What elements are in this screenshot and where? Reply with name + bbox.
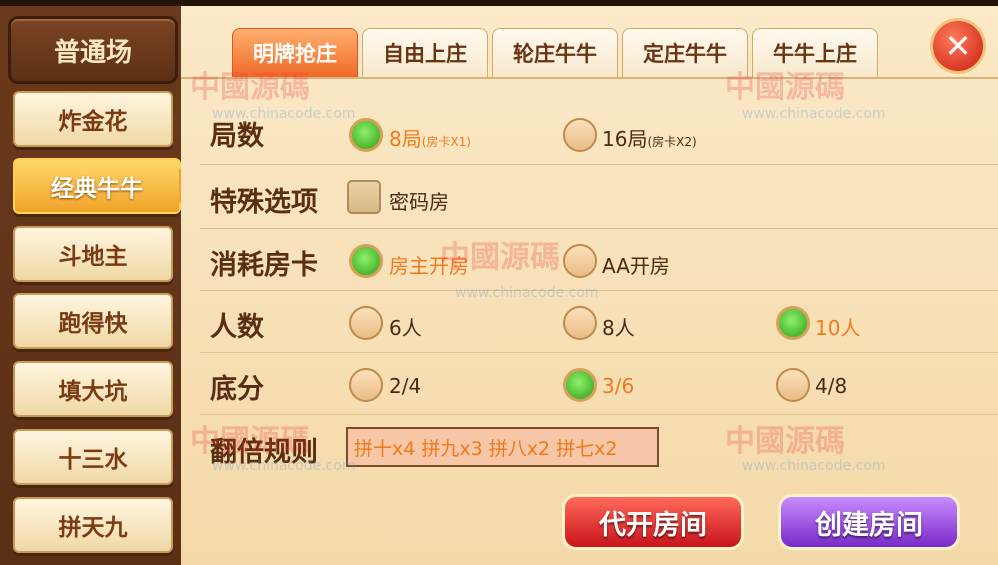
sidebar-title: 普通场 <box>8 16 178 84</box>
players-6-label: 6人 <box>389 316 422 340</box>
row-divider <box>200 352 998 353</box>
password-room-label: 密码房 <box>389 190 449 214</box>
base-score-label: 底分 <box>210 374 264 405</box>
game-button-doudizhu[interactable]: 斗地主 <box>13 226 173 282</box>
base-2-4-radio[interactable] <box>349 368 383 402</box>
tab-niuniu-shangzhuang[interactable]: 牛牛上庄 <box>752 28 878 78</box>
settings-panel <box>181 6 998 565</box>
base-3-6-label: 3/6 <box>602 374 635 398</box>
game-button-zhajinhua[interactable]: 炸金花 <box>13 91 173 147</box>
game-button-tiandakeng[interactable]: 填大坑 <box>13 361 173 417</box>
password-room-checkbox[interactable] <box>347 180 381 214</box>
cost-label: 消耗房卡 <box>210 250 318 281</box>
rounds-16-label: 16局(房卡X2) <box>602 127 697 151</box>
players-label: 人数 <box>210 312 264 343</box>
rounds-8-radio[interactable] <box>349 118 383 152</box>
players-6-radio[interactable] <box>349 306 383 340</box>
game-button-paodekuai[interactable]: 跑得快 <box>13 293 173 349</box>
close-button[interactable]: ✕ <box>930 18 986 74</box>
multiplier-dropdown[interactable]: 拼十x4 拼九x3 拼八x2 拼七x2 <box>346 427 659 467</box>
rounds-8-label: 8局(房卡X1) <box>389 127 471 151</box>
create-room-button[interactable]: 创建房间 <box>778 494 960 550</box>
game-button-pintianjiu[interactable]: 拼天九 <box>13 497 173 553</box>
row-divider <box>200 228 998 229</box>
players-8-radio[interactable] <box>563 306 597 340</box>
close-icon: ✕ <box>944 27 972 65</box>
players-10-label: 10人 <box>815 316 861 340</box>
game-button-niuniu[interactable]: 经典牛牛 <box>13 158 195 214</box>
players-10-radio[interactable] <box>776 306 810 340</box>
tab-divider <box>181 77 998 79</box>
rounds-label: 局数 <box>210 121 264 152</box>
aa-pays-radio[interactable] <box>563 244 597 278</box>
tab-mingpai-qiangzhuang[interactable]: 明牌抢庄 <box>232 28 358 78</box>
base-4-8-label: 4/8 <box>815 374 848 398</box>
host-pays-radio[interactable] <box>349 244 383 278</box>
rounds-16-radio[interactable] <box>563 118 597 152</box>
special-options-label: 特殊选项 <box>210 187 318 218</box>
row-divider <box>200 414 998 415</box>
row-divider <box>200 290 998 291</box>
host-pays-label: 房主开房 <box>389 254 469 278</box>
multiplier-label: 翻倍规则 <box>210 437 318 468</box>
base-2-4-label: 2/4 <box>389 374 422 398</box>
tab-dingzhuang-niuniu[interactable]: 定庄牛牛 <box>622 28 748 78</box>
proxy-open-room-button[interactable]: 代开房间 <box>562 494 744 550</box>
base-3-6-radio[interactable] <box>563 368 597 402</box>
tab-lunzhuang-niuniu[interactable]: 轮庄牛牛 <box>492 28 618 78</box>
base-4-8-radio[interactable] <box>776 368 810 402</box>
aa-pays-label: AA开房 <box>602 254 670 278</box>
row-divider <box>200 164 998 165</box>
players-8-label: 8人 <box>602 316 635 340</box>
tab-ziyou-shangzhuang[interactable]: 自由上庄 <box>362 28 488 78</box>
game-button-shisanshui[interactable]: 十三水 <box>13 429 173 485</box>
